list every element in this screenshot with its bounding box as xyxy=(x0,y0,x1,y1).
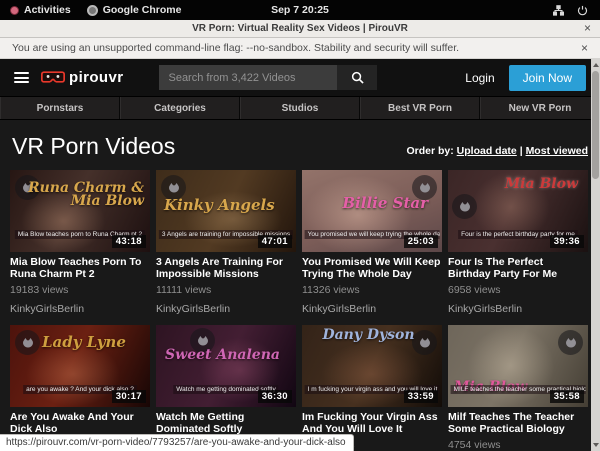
power-menu-icon[interactable] xyxy=(577,5,588,16)
chrome-infobar: You are using an unsupported command-lin… xyxy=(0,38,600,59)
thumbnail-overlay-title: Mia Blow xyxy=(505,178,578,191)
scroll-down-arrow-icon[interactable] xyxy=(591,443,600,447)
scrollbar[interactable] xyxy=(591,59,600,451)
thumbnail-overlay-title: Billie Star xyxy=(342,196,428,210)
infobar-message: You are using an unsupported command-lin… xyxy=(12,42,459,54)
scroll-up-arrow-icon[interactable] xyxy=(591,63,600,67)
video-card[interactable]: Mia Blow MILF teaches the teacher some p… xyxy=(448,325,588,451)
studio-link[interactable]: KinkyGirlsBerlin xyxy=(448,303,588,315)
activities-label: Activities xyxy=(24,4,71,16)
video-thumbnail[interactable]: Runa Charm & Mia Blow Mia Blow teaches p… xyxy=(10,170,150,252)
video-title[interactable]: Four Is The Perfect Birthday Party For M… xyxy=(448,257,588,280)
focused-app-menu[interactable]: Google Chrome xyxy=(87,4,182,16)
network-tray-icon[interactable] xyxy=(553,5,564,16)
video-thumbnail[interactable]: Mia Blow MILF teaches the teacher some p… xyxy=(448,325,588,407)
duration-badge: 25:03 xyxy=(404,235,438,248)
browser-title-bar: VR Porn: Virtual Reality Sex Videos | Pi… xyxy=(0,20,600,38)
page-heading-row: VR Porn Videos Order by: Upload date | M… xyxy=(0,120,600,170)
video-card[interactable]: Kinky Angels 3 Angels are training for i… xyxy=(156,170,296,315)
nav-item-studios[interactable]: Studios xyxy=(240,97,360,119)
duration-badge: 35:58 xyxy=(550,390,584,403)
search-input[interactable] xyxy=(159,65,337,90)
search-box xyxy=(159,65,377,90)
video-card[interactable]: Runa Charm & Mia Blow Mia Blow teaches p… xyxy=(10,170,150,315)
infobar-close-icon[interactable]: × xyxy=(581,41,588,55)
video-card[interactable]: Billie Star You promised we will keep tr… xyxy=(302,170,442,315)
video-card[interactable]: Mia Blow Four is the perfect birthday pa… xyxy=(448,170,588,315)
video-thumbnail[interactable]: Mia Blow Four is the perfect birthday pa… xyxy=(448,170,588,252)
video-title[interactable]: Watch Me Getting Dominated Softly xyxy=(156,412,296,435)
video-title[interactable]: Mia Blow Teaches Porn To Runa Charm Pt 2 xyxy=(10,257,150,280)
page-title: VR Porn Videos xyxy=(12,133,175,159)
video-title[interactable]: You Promised We Will Keep Trying The Who… xyxy=(302,257,442,280)
video-thumbnail[interactable]: Sweet Analena Watch me getting dominated… xyxy=(156,325,296,407)
studio-cat-mask-icon xyxy=(452,194,477,219)
site-logo[interactable]: pirouvr xyxy=(41,69,123,86)
logo-wordmark: pirouvr xyxy=(69,69,123,86)
main-nav: Pornstars Categories Studios Best VR Por… xyxy=(0,96,600,120)
view-count: 6958 views xyxy=(448,284,588,296)
duration-badge: 36:30 xyxy=(258,390,292,403)
order-by-label: Order by: xyxy=(406,145,453,157)
video-thumbnail[interactable]: Dany Dyson I m fucking your virgin ass a… xyxy=(302,325,442,407)
thumbnail-overlay-title: Lady Lyne xyxy=(42,335,126,349)
nav-item-best-vr-porn[interactable]: Best VR Porn xyxy=(360,97,480,119)
nav-item-new-vr-porn[interactable]: New VR Porn xyxy=(480,97,600,119)
vr-goggles-icon xyxy=(41,70,65,85)
thumbnail-overlay-title: Kinky Angels xyxy=(164,198,275,212)
studio-link[interactable]: KinkyGirlsBerlin xyxy=(10,303,150,315)
activities-button[interactable]: Activities xyxy=(10,4,71,16)
view-count: 4754 views xyxy=(448,439,588,451)
video-thumbnail[interactable]: Billie Star You promised we will keep tr… xyxy=(302,170,442,252)
studio-cat-mask-icon xyxy=(558,330,583,355)
video-grid: Runa Charm & Mia Blow Mia Blow teaches p… xyxy=(0,170,600,451)
nav-item-categories[interactable]: Categories xyxy=(120,97,240,119)
chrome-app-icon xyxy=(87,5,98,16)
menu-hamburger-icon[interactable] xyxy=(14,72,29,83)
studio-link[interactable]: KinkyGirlsBerlin xyxy=(302,303,442,315)
order-most-viewed-link[interactable]: Most viewed xyxy=(526,145,588,157)
duration-badge: 47:01 xyxy=(258,235,292,248)
close-window-icon[interactable]: × xyxy=(584,21,591,36)
studio-cat-mask-icon xyxy=(15,330,40,355)
video-title[interactable]: Milf Teaches The Teacher Some Practical … xyxy=(448,412,588,435)
order-by-controls: Order by: Upload date | Most viewed xyxy=(406,145,588,157)
video-card[interactable]: Dany Dyson I m fucking your virgin ass a… xyxy=(302,325,442,451)
video-title[interactable]: 3 Angels Are Training For Impossible Mis… xyxy=(156,257,296,280)
app-menu-label: Google Chrome xyxy=(103,4,182,16)
scrollbar-thumb[interactable] xyxy=(592,71,599,179)
duration-badge: 33:59 xyxy=(404,390,438,403)
video-card[interactable]: Sweet Analena Watch me getting dominated… xyxy=(156,325,296,451)
join-now-button[interactable]: Join Now xyxy=(509,65,586,91)
video-thumbnail[interactable]: Lady Lyne are you awake ? And your dick … xyxy=(10,325,150,407)
site-header: pirouvr Login Join Now xyxy=(0,59,600,96)
thumbnail-overlay-title: Sweet Analena xyxy=(156,349,289,362)
order-upload-date-link[interactable]: Upload date xyxy=(457,145,517,157)
video-thumbnail[interactable]: Kinky Angels 3 Angels are training for i… xyxy=(156,170,296,252)
studio-link[interactable]: KinkyGirlsBerlin xyxy=(156,303,296,315)
video-card[interactable]: Lady Lyne are you awake ? And your dick … xyxy=(10,325,150,451)
thumbnail-overlay-title: Runa Charm & Mia Blow xyxy=(11,182,144,209)
video-title[interactable]: Are You Awake And Your Dick Also xyxy=(10,412,150,435)
video-title[interactable]: Im Fucking Your Virgin Ass And You Will … xyxy=(302,412,442,435)
view-count: 11111 views xyxy=(156,284,296,296)
order-separator: | xyxy=(520,145,523,157)
tab-title: VR Porn: Virtual Reality Sex Videos | Pi… xyxy=(0,23,600,34)
recording-indicator-icon xyxy=(10,6,19,15)
login-link[interactable]: Login xyxy=(465,71,494,85)
search-button[interactable] xyxy=(337,65,377,90)
duration-badge: 43:18 xyxy=(112,235,146,248)
duration-badge: 30:17 xyxy=(112,390,146,403)
view-count: 19183 views xyxy=(10,284,150,296)
page-viewport: pirouvr Login Join Now Pornstars Categor… xyxy=(0,59,600,451)
thumbnail-overlay-title: Dany Dyson xyxy=(302,329,435,342)
duration-badge: 39:36 xyxy=(550,235,584,248)
search-icon xyxy=(351,71,364,84)
view-count: 11326 views xyxy=(302,284,442,296)
status-bar-url: https://pirouvr.com/vr-porn-video/779325… xyxy=(0,434,354,451)
system-top-bar: Activities Google Chrome Sep 7 20:25 xyxy=(0,0,600,20)
nav-item-pornstars[interactable]: Pornstars xyxy=(0,97,120,119)
